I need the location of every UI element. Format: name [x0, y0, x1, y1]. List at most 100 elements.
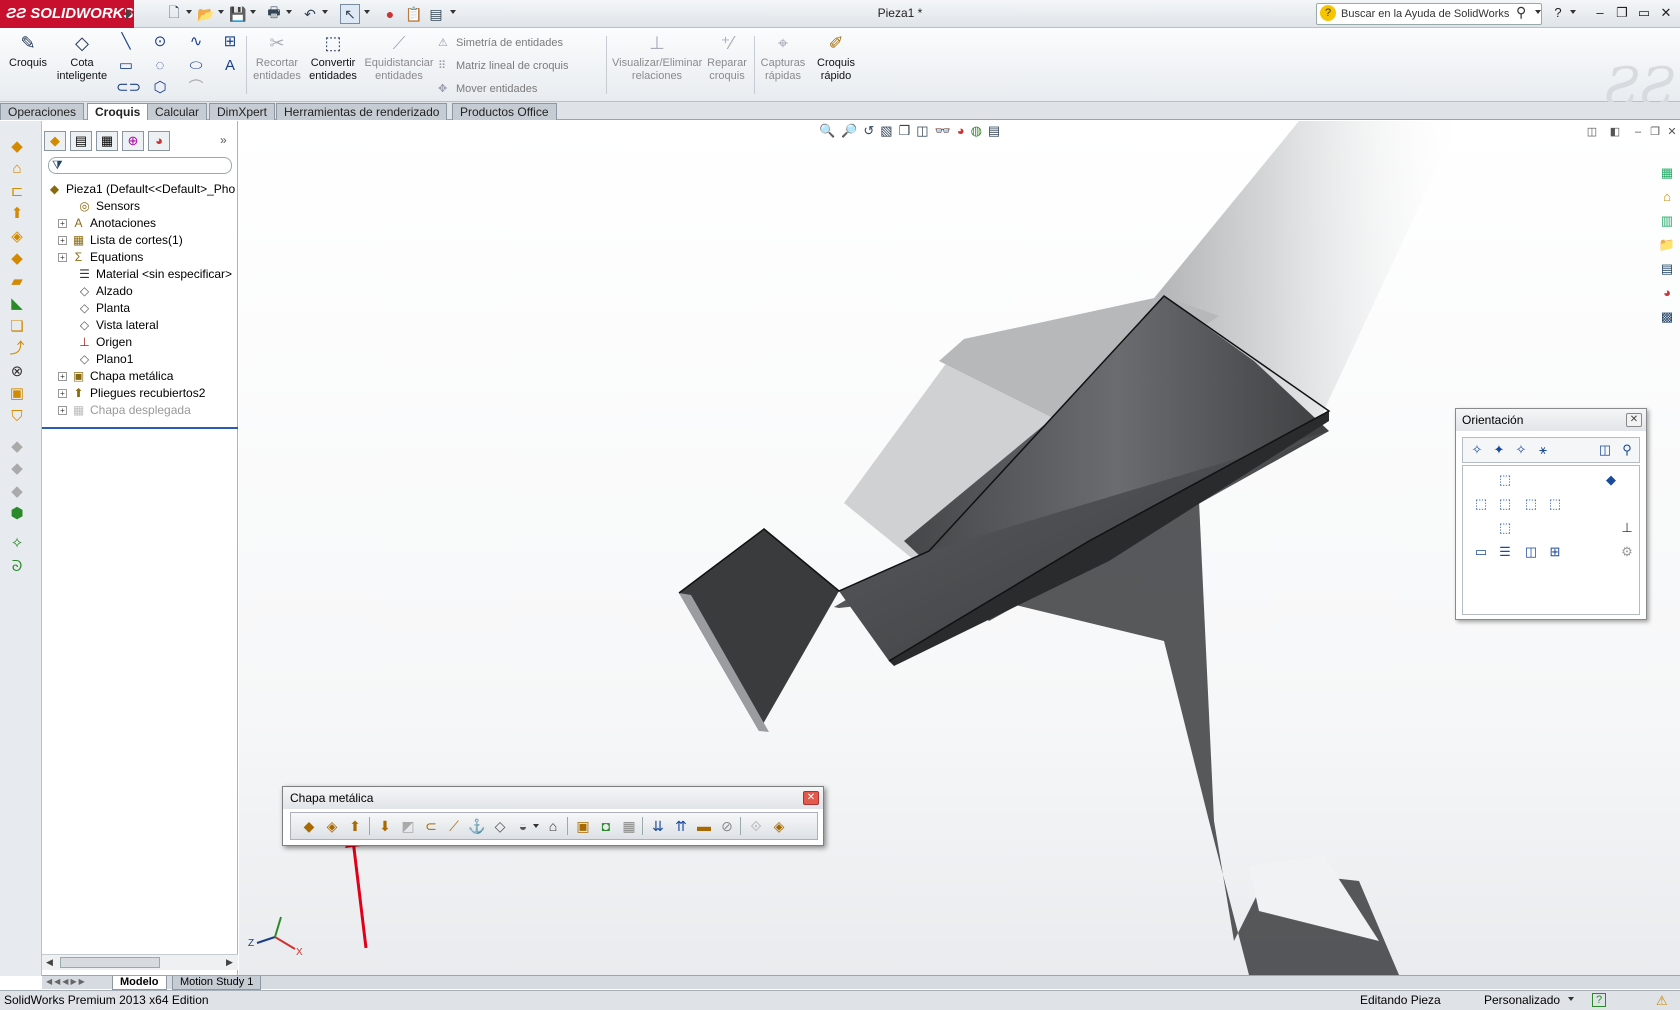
viewport-restore-icon[interactable]: ❐ [1647, 124, 1663, 140]
curve-tool-icon[interactable]: ᘐ [4, 557, 30, 577]
section-view-icon[interactable]: ▧ [880, 123, 892, 143]
tree-item-chapa-metalica[interactable]: + ▣ Chapa metálica [52, 368, 173, 385]
convertir-entidades-button[interactable]: ⬚ Convertir entidades [306, 32, 360, 96]
rip-icon[interactable]: ▣ [4, 384, 30, 404]
line-icon[interactable]: ╲ [116, 32, 136, 52]
front-view-icon[interactable]: ⬚ [1495, 494, 1515, 514]
taskpane-resources-icon[interactable]: ▦ [1656, 163, 1678, 183]
croquis-button[interactable]: ✎ Croquis [6, 32, 50, 96]
tab-herramientas-renderizado[interactable]: Herramientas de renderizado [276, 103, 448, 120]
display-style-icon[interactable]: ◫ [916, 123, 928, 143]
edge-flange-icon[interactable]: ⌂ [4, 159, 30, 179]
open-icon[interactable]: 📂 [196, 4, 216, 24]
propertymanager-tab-icon[interactable]: ▤ [70, 131, 92, 151]
single-view-icon[interactable]: ▭ [1471, 542, 1491, 562]
tree-item-vista-lateral[interactable]: ◇ Vista lateral [52, 317, 159, 334]
options-icon[interactable]: ▤ [426, 4, 446, 24]
tree-item-pliegues-recubiertos2[interactable]: + ⬆ Pliegues recubiertos2 [52, 385, 205, 402]
convert-to-sheetmetal-icon[interactable]: ◈ [322, 816, 342, 836]
tab-motion-study-1[interactable]: Motion Study 1 [172, 976, 262, 990]
fold-icon[interactable]: ❏ [4, 317, 30, 337]
viewport-split-icon[interactable]: ◧ [1607, 124, 1623, 140]
no-bends-icon[interactable]: ⊗ [4, 362, 30, 382]
corner-icon[interactable]: ⬢ [4, 504, 30, 524]
apply-scene-icon[interactable]: ◍ [971, 123, 982, 143]
cota-inteligente-button[interactable]: ◇ Cota inteligente [52, 32, 112, 96]
tab-operaciones[interactable]: Operaciones [0, 103, 85, 120]
link-views-icon[interactable]: ⚙ [1617, 542, 1637, 562]
taskpane-view-palette-icon[interactable]: ▤ [1656, 259, 1678, 279]
sketch-tool-icon[interactable]: ✧ [4, 534, 30, 554]
left-view-icon[interactable]: ⬚ [1471, 494, 1491, 514]
select-dropdown-icon[interactable] [364, 10, 370, 14]
options-dropdown-icon[interactable] [450, 10, 456, 14]
open-dropdown-icon[interactable] [218, 10, 224, 14]
hem-tool-icon[interactable]: ⊂ [421, 816, 441, 836]
expand-icon[interactable]: + [58, 219, 67, 229]
lofted-bend-tool-icon[interactable]: ⬆ [345, 816, 365, 836]
configurationmanager-tab-icon[interactable]: ▦ [96, 131, 118, 151]
orientation-panel[interactable]: Orientación ✕ ✧ ✦ ✧ ⚹ ◫ ⚲ ⬚ ◆ ⬚ ⬚ ⬚ ⬚ ⬚ … [1455, 408, 1647, 620]
tab-modelo[interactable]: Modelo [112, 976, 167, 990]
maximize-icon[interactable]: ▭ [1634, 3, 1654, 23]
featuremanager-tab-icon[interactable]: ◆ [44, 131, 66, 151]
edge-flange-tool-icon[interactable]: ⬇ [375, 816, 395, 836]
flatten-tool-icon[interactable]: ▬ [694, 816, 714, 836]
sketched-bend-tool-icon[interactable]: ⚓ [467, 816, 487, 836]
menu-arrow-icon[interactable] [126, 8, 132, 20]
expand-icon[interactable]: + [58, 372, 67, 382]
hide-show-icon[interactable]: 👓 [935, 123, 951, 143]
rectangle-icon[interactable]: ▭ [116, 56, 136, 76]
expand-icon[interactable]: + [58, 253, 67, 263]
jog-tool-icon[interactable]: ⟋ [444, 816, 464, 836]
status-help-icon[interactable]: ? [1592, 993, 1606, 1007]
scroll-thumb[interactable] [60, 957, 160, 968]
close-icon[interactable]: ✕ [1656, 3, 1676, 23]
tree-item-lista-cortes[interactable]: + ▦ Lista de cortes(1) [52, 232, 183, 249]
two-view-vertical-icon[interactable]: ◫ [1521, 542, 1541, 562]
rebuild-icon[interactable]: ● [380, 4, 400, 24]
units-dropdown-icon[interactable] [1568, 997, 1574, 1001]
back-view-icon[interactable]: ⬚ [1545, 494, 1565, 514]
status-units[interactable]: Personalizado [1484, 991, 1560, 1010]
undo-dropdown-icon[interactable] [322, 10, 328, 14]
point-grid-icon[interactable]: ⊞ [220, 32, 240, 52]
capturas-rapidas-button[interactable]: ⌖ Capturas rápidas [758, 32, 808, 96]
tab-scroll-arrows-icon[interactable]: ◀◀◀▶▶ [46, 977, 87, 986]
normal-to-icon[interactable]: ⊥ [1617, 518, 1637, 538]
taskpane-home-icon[interactable]: ⌂ [1656, 187, 1678, 207]
flatten-icon[interactable]: ⤴ [4, 339, 30, 359]
croquis-rapido-button[interactable]: ✐ Croquis rápido [812, 32, 860, 96]
tab-dimxpert[interactable]: DimXpert [209, 103, 276, 120]
tree-item-equations[interactable]: + Σ Equations [52, 249, 143, 266]
miter-flange-icon[interactable]: ⊏ [4, 182, 30, 202]
print-icon[interactable]: 🖶 [264, 4, 284, 24]
isometric-dropdown-icon[interactable]: ◆ [1601, 470, 1621, 490]
tab-productos-office[interactable]: Productos Office [452, 103, 557, 120]
insert-bends-icon[interactable]: ⟐ [746, 816, 766, 836]
base-flange-icon[interactable]: ◆ [4, 137, 30, 157]
lofted-bend-icon[interactable]: ▰ [4, 272, 30, 292]
displaymanager-tab-icon[interactable]: ◕ [148, 131, 170, 151]
viewport-collapse-icon[interactable]: ◫ [1584, 124, 1600, 140]
polygon-icon[interactable]: ⬡ [150, 78, 170, 98]
expand-panel-icon[interactable]: » [220, 133, 227, 147]
rip-tool-icon[interactable]: ◈ [769, 816, 789, 836]
fold-tool-icon[interactable]: ⇈ [671, 816, 691, 836]
disabled-tool-icon[interactable]: ◆ [4, 482, 30, 502]
pin-dialog-icon[interactable]: ⚹ [1533, 440, 1553, 460]
jog-icon[interactable]: ◈ [4, 227, 30, 247]
search-icon[interactable]: ⚲ [1516, 4, 1526, 21]
tree-filter-input[interactable] [48, 157, 232, 174]
viewport-close-icon[interactable]: ✕ [1664, 124, 1680, 140]
expand-icon[interactable]: + [58, 236, 67, 246]
base-flange-tab-icon[interactable]: ◆ [299, 816, 319, 836]
expand-icon[interactable]: + [58, 389, 67, 399]
view-orientation-icon[interactable]: ❒ [899, 123, 911, 143]
taskpane-appearances-icon[interactable]: ◕ [1656, 283, 1678, 303]
print-dropdown-icon[interactable] [286, 10, 292, 14]
new-view-icon[interactable]: ✧ [1467, 440, 1487, 460]
scroll-right-icon[interactable]: ▶ [226, 957, 233, 968]
unfold-icon[interactable]: ◣ [4, 294, 30, 314]
top-view-icon[interactable]: ⬚ [1495, 470, 1515, 490]
